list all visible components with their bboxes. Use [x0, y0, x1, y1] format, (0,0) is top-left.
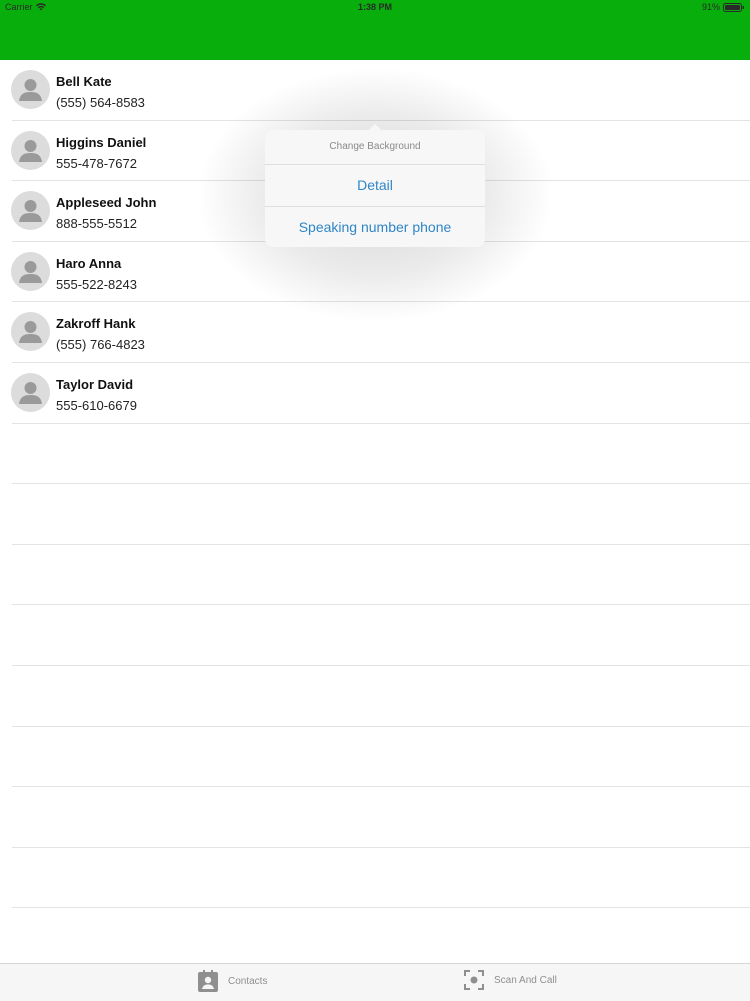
tab-scan-and-call[interactable]: Scan And Call — [464, 970, 557, 990]
contact-row[interactable]: Zakroff Hank (555) 766-4823 — [0, 302, 750, 363]
contact-phone: 555-610-6679 — [56, 397, 137, 413]
empty-row — [0, 484, 750, 545]
detail-button[interactable]: Detail — [265, 165, 485, 206]
contact-name: Taylor David — [56, 376, 134, 392]
contact-name: Appleseed John — [56, 195, 157, 211]
tab-bar: Contacts Scan And Call — [0, 963, 750, 1001]
empty-row — [0, 727, 750, 788]
contact-name: Haro Anna — [56, 255, 122, 271]
scan-icon — [464, 970, 484, 990]
contact-phone: (555) 564-8583 — [56, 95, 145, 110]
avatar-placeholder-icon — [11, 130, 50, 170]
battery-percentage: 91% — [701, 2, 720, 12]
contact-phone: 555-478-7672 — [56, 155, 137, 171]
contact-name: Zakroff Hank — [56, 316, 136, 332]
popover-title: Change Background — [265, 130, 485, 165]
contact-name: Bell Kate — [56, 74, 112, 89]
avatar-placeholder-icon — [11, 372, 50, 412]
popover-arrow — [368, 124, 382, 131]
tab-contacts-label: Contacts — [228, 975, 268, 987]
battery-indicator: 91% — [702, 2, 745, 12]
battery-icon — [723, 2, 744, 12]
contact-row[interactable]: Taylor David 555-610-6679 — [0, 363, 750, 424]
avatar-placeholder-icon — [11, 191, 50, 231]
avatar-placeholder-icon — [11, 312, 50, 352]
empty-row — [0, 545, 750, 606]
empty-row — [0, 605, 750, 666]
empty-row — [0, 666, 750, 727]
speaking-number-phone-button[interactable]: Speaking number phone — [265, 206, 485, 248]
status-bar: Carrier 1:38 PM 91% — [0, 0, 750, 14]
empty-row — [0, 787, 750, 848]
empty-row — [0, 424, 750, 485]
action-popover: Change Background Detail Speaking number… — [265, 124, 485, 248]
contact-name: Higgins Daniel — [56, 134, 147, 150]
avatar-placeholder-icon — [11, 251, 50, 291]
empty-row — [0, 848, 750, 909]
avatar-placeholder-icon — [11, 70, 50, 109]
tab-scan-label: Scan And Call — [494, 974, 557, 986]
contact-phone: 888-555-5512 — [56, 216, 137, 232]
contact-row[interactable]: Haro Anna 555-522-8243 — [0, 242, 750, 303]
status-time: 1:38 PM — [357, 2, 392, 12]
tab-contacts[interactable]: Contacts — [198, 970, 267, 992]
contact-phone: 555-522-8243 — [56, 276, 137, 292]
empty-row — [0, 908, 750, 969]
contact-phone: (555) 766-4823 — [56, 337, 145, 353]
contact-row[interactable]: Bell Kate (555) 564-8583 — [0, 60, 750, 121]
contacts-icon — [198, 970, 218, 992]
